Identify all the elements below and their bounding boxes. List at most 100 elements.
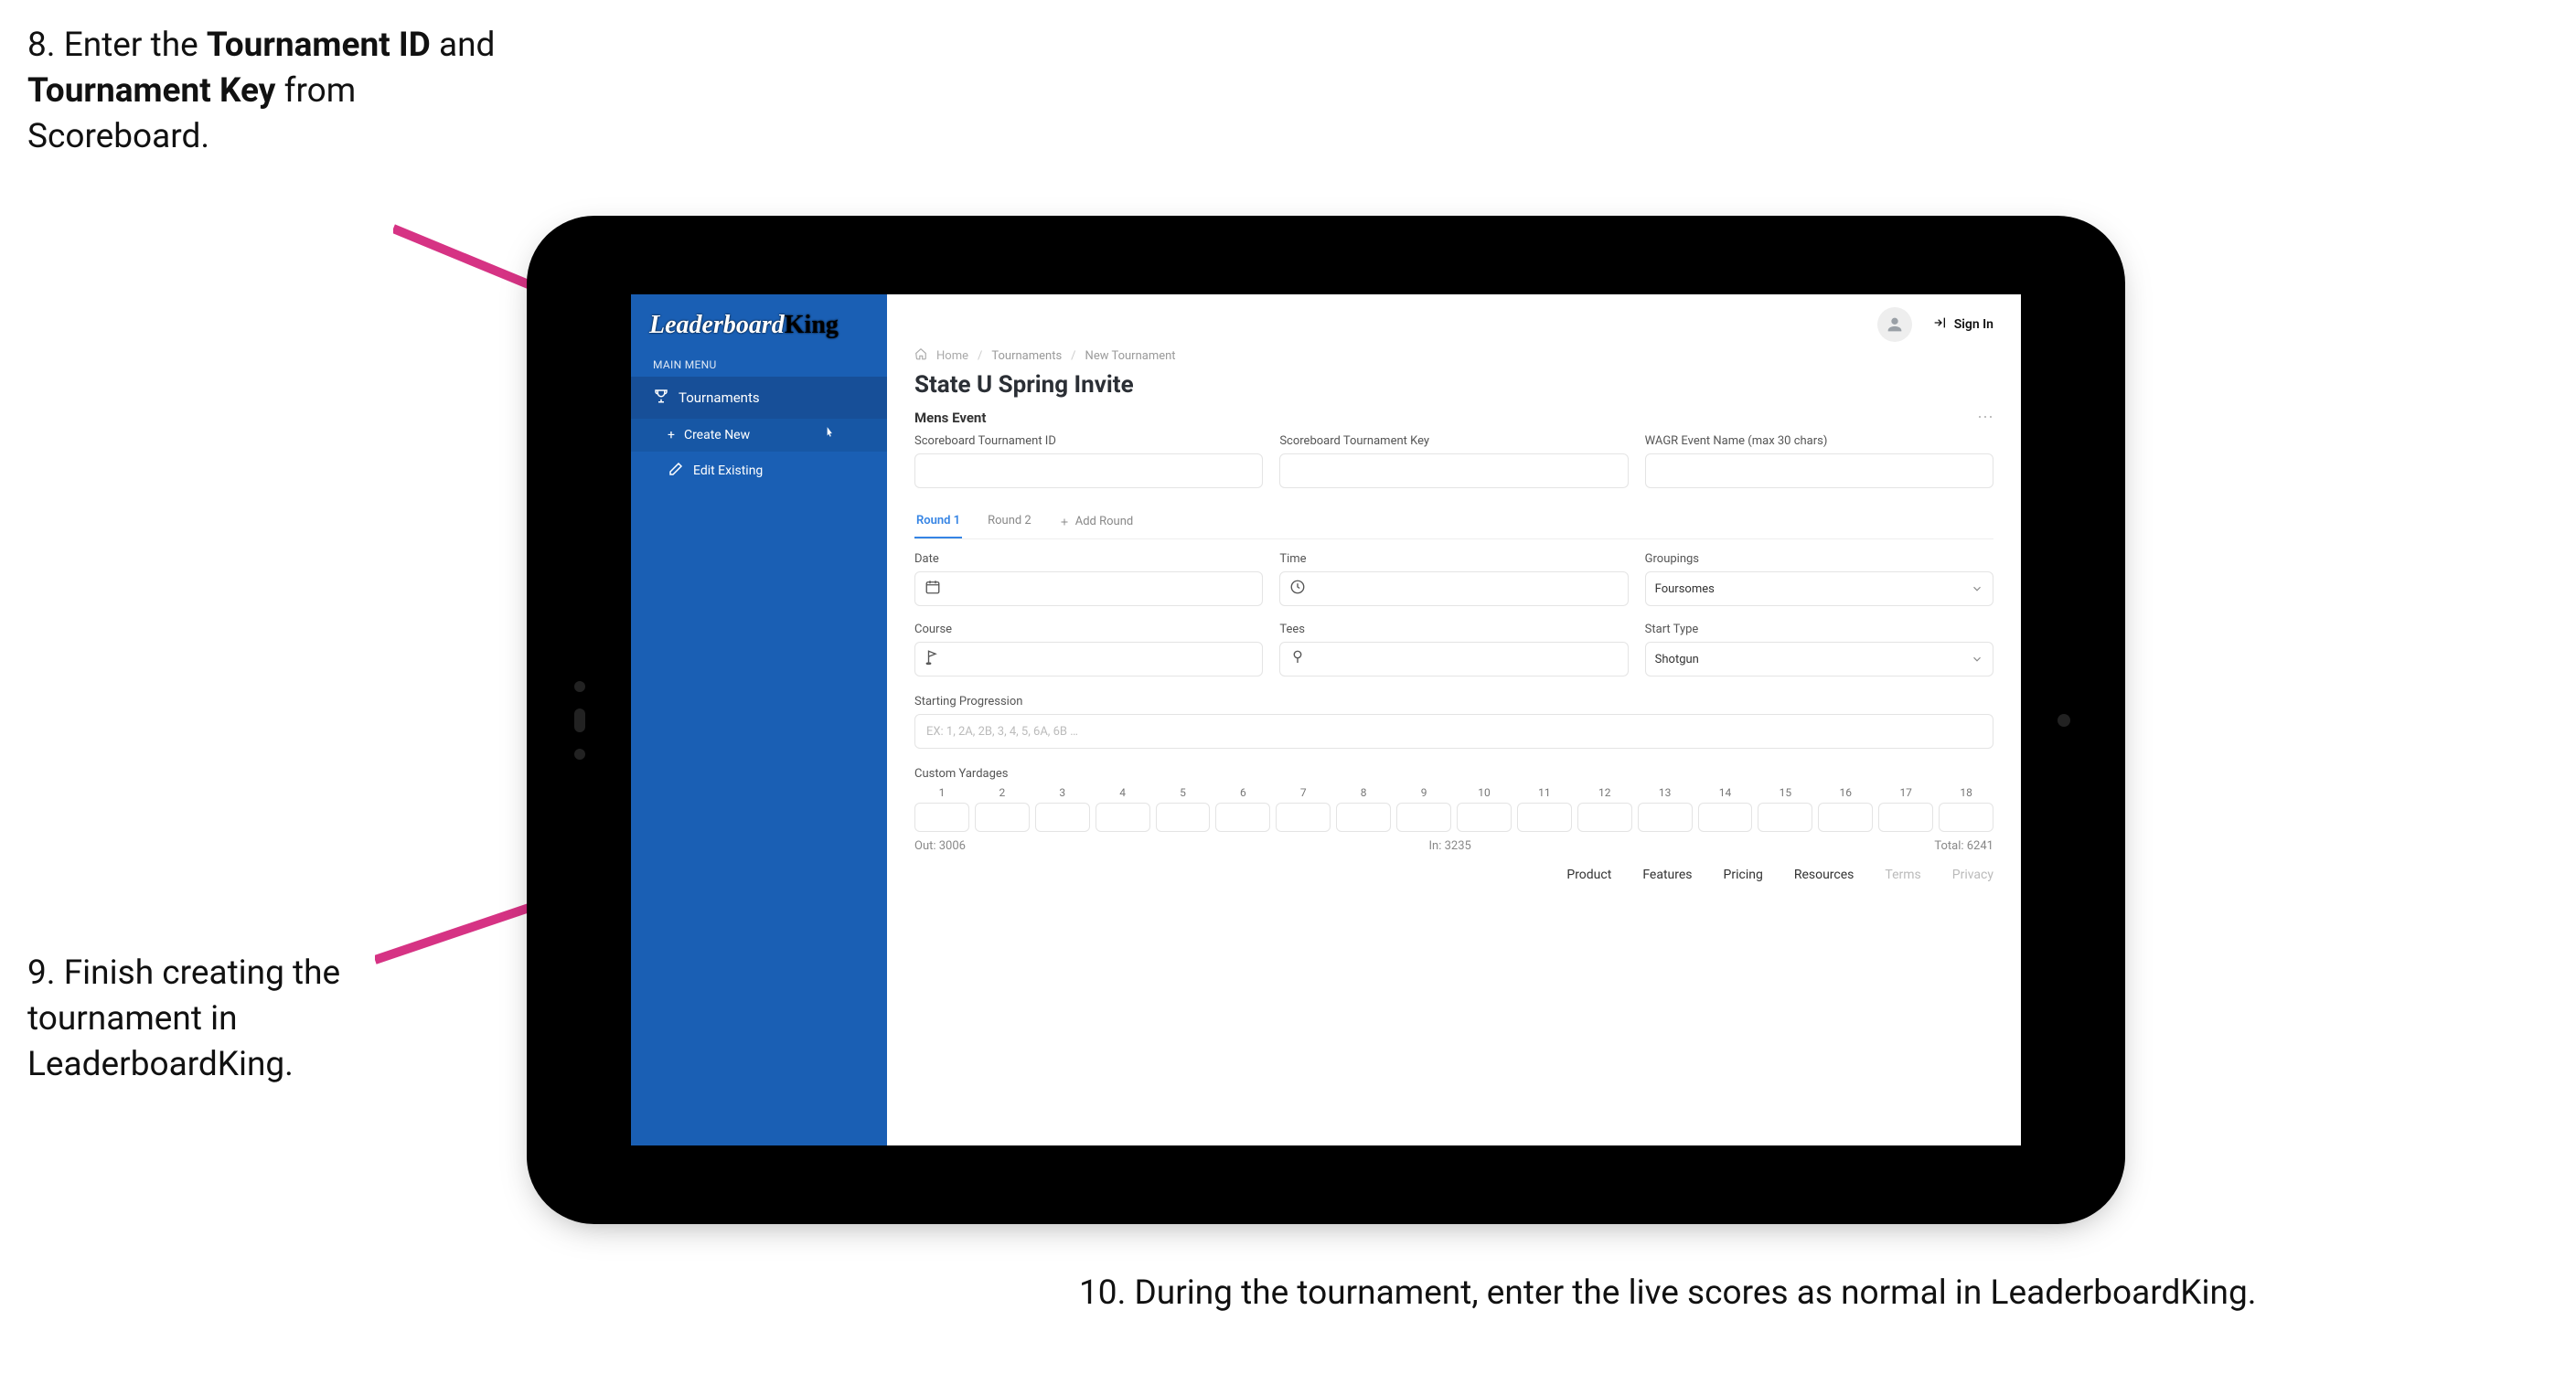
yardage-hole: 12 <box>1577 786 1632 832</box>
yardage-hole-number: 2 <box>999 786 1005 799</box>
footer-features[interactable]: Features <box>1642 868 1692 882</box>
edit-icon <box>668 461 684 481</box>
yardage-hole: 11 <box>1517 786 1572 832</box>
footer-pricing[interactable]: Pricing <box>1724 868 1763 882</box>
sidebar-item-label: Create New <box>684 428 750 442</box>
tees-input[interactable] <box>1279 642 1628 677</box>
more-icon[interactable]: ⋯ <box>1977 408 1993 427</box>
starting-progression-label: Starting Progression <box>914 695 1993 708</box>
yardage-hole-input[interactable] <box>1457 803 1512 832</box>
calendar-icon <box>925 579 941 599</box>
sign-in-button[interactable]: Sign In <box>1932 315 1993 334</box>
starting-progression-placeholder: EX: 1, 2A, 2B, 3, 4, 5, 6A, 6B … <box>926 725 1078 739</box>
yardage-hole-input[interactable] <box>975 803 1030 832</box>
sidebar-item-label: Tournaments <box>679 389 760 406</box>
plus-icon <box>1059 517 1070 527</box>
page-title: State U Spring Invite <box>914 371 1993 399</box>
wagr-label: WAGR Event Name (max 30 chars) <box>1645 434 1993 448</box>
yardage-hole-input[interactable] <box>1878 803 1933 832</box>
yardage-hole-number: 6 <box>1240 786 1246 799</box>
yardage-hole-number: 12 <box>1598 786 1611 799</box>
footer-resources[interactable]: Resources <box>1794 868 1855 882</box>
yardage-hole: 3 <box>1035 786 1090 832</box>
avatar[interactable] <box>1877 307 1912 342</box>
callout-step-9: 9. Finish creating the tournament in Lea… <box>27 951 393 1088</box>
yardage-hole-number: 1 <box>939 786 946 799</box>
tablet-screen: LeaderboardKing MAIN MENU Tournaments + … <box>631 294 2021 1145</box>
yardage-hole-input[interactable] <box>1336 803 1391 832</box>
breadcrumb-home[interactable]: Home <box>936 349 968 363</box>
yardage-hole-number: 8 <box>1361 786 1367 799</box>
footer-product[interactable]: Product <box>1566 868 1611 882</box>
start-type-select[interactable]: Shotgun <box>1645 642 1993 677</box>
yardage-hole-input[interactable] <box>1276 803 1331 832</box>
time-label: Time <box>1279 552 1628 566</box>
start-type-label: Start Type <box>1645 623 1993 636</box>
starting-progression-input[interactable]: EX: 1, 2A, 2B, 3, 4, 5, 6A, 6B … <box>914 714 1993 749</box>
callout-step-8: 8. Enter the Tournament ID and Tournamen… <box>27 23 503 160</box>
yardage-hole-input[interactable] <box>1035 803 1090 832</box>
yardage-hole-input[interactable] <box>1517 803 1572 832</box>
custom-yardages-label: Custom Yardages <box>914 767 1993 781</box>
breadcrumb-tournaments[interactable]: Tournaments <box>991 349 1062 363</box>
yardage-hole-input[interactable] <box>1577 803 1632 832</box>
clock-icon <box>1289 579 1306 599</box>
tab-add-round-label: Add Round <box>1075 515 1133 528</box>
sign-in-label: Sign In <box>1954 317 1993 332</box>
logo: LeaderboardKing <box>631 311 887 353</box>
main-content: Sign In Home / Tournaments / New Tournam… <box>887 294 2021 1145</box>
yardage-hole: 15 <box>1758 786 1812 832</box>
footer-privacy[interactable]: Privacy <box>1952 868 1993 882</box>
yardage-hole-number: 13 <box>1659 786 1672 799</box>
yardage-hole: 14 <box>1698 786 1753 832</box>
yardage-hole: 8 <box>1336 786 1391 832</box>
groupings-select[interactable]: Foursomes <box>1645 571 1993 606</box>
sidebar-item-tournaments[interactable]: Tournaments <box>631 377 887 419</box>
yardage-hole-input[interactable] <box>1698 803 1753 832</box>
yardage-hole-input[interactable] <box>1215 803 1270 832</box>
footer-terms[interactable]: Terms <box>1885 868 1920 882</box>
yardage-hole-input[interactable] <box>1156 803 1211 832</box>
yardage-hole-number: 5 <box>1180 786 1186 799</box>
flag-icon <box>925 649 941 669</box>
callout-step-10: 10. During the tournament, enter the liv… <box>1079 1271 2542 1316</box>
date-input[interactable] <box>914 571 1263 606</box>
yardage-hole-input[interactable] <box>1818 803 1873 832</box>
yardage-hole-input[interactable] <box>1939 803 1993 832</box>
yardage-hole-number: 9 <box>1421 786 1427 799</box>
time-input[interactable] <box>1279 571 1628 606</box>
course-input[interactable] <box>914 642 1263 677</box>
scoreboard-key-input[interactable] <box>1279 453 1628 488</box>
wagr-name-input[interactable] <box>1645 453 1993 488</box>
start-type-value: Shotgun <box>1655 653 1699 666</box>
yardage-hole-number: 14 <box>1719 786 1732 799</box>
date-label: Date <box>914 552 1263 566</box>
sidebar-item-label: Edit Existing <box>693 463 763 478</box>
yardage-grid: 123456789101112131415161718 <box>914 786 1993 832</box>
tab-round-1[interactable]: Round 1 <box>914 506 962 538</box>
yardage-hole: 6 <box>1215 786 1270 832</box>
yardage-hole-input[interactable] <box>1758 803 1812 832</box>
yardage-hole: 4 <box>1096 786 1150 832</box>
yardage-hole: 18 <box>1939 786 1993 832</box>
plus-icon: + <box>668 428 675 442</box>
yardage-hole-input[interactable] <box>1096 803 1150 832</box>
groupings-label: Groupings <box>1645 552 1993 566</box>
yardage-hole-number: 17 <box>1899 786 1912 799</box>
yardage-hole-number: 3 <box>1059 786 1065 799</box>
sidebar-item-edit-existing[interactable]: Edit Existing <box>631 452 887 490</box>
event-label: Mens Event <box>914 410 986 426</box>
yardage-hole-number: 11 <box>1538 786 1551 799</box>
sidebar-item-create-new[interactable]: + Create New <box>631 419 887 452</box>
yardage-hole: 5 <box>1156 786 1211 832</box>
yardage-hole-input[interactable] <box>1638 803 1693 832</box>
tab-round-2[interactable]: Round 2 <box>986 506 1033 538</box>
scoreboard-id-input[interactable] <box>914 453 1263 488</box>
yardage-hole: 10 <box>1457 786 1512 832</box>
sidebar-section-label: MAIN MENU <box>631 353 887 377</box>
yardage-hole: 1 <box>914 786 969 832</box>
yardage-hole-input[interactable] <box>1396 803 1451 832</box>
yardage-hole: 16 <box>1818 786 1873 832</box>
tab-add-round[interactable]: Add Round <box>1057 506 1135 538</box>
yardage-hole-input[interactable] <box>914 803 969 832</box>
